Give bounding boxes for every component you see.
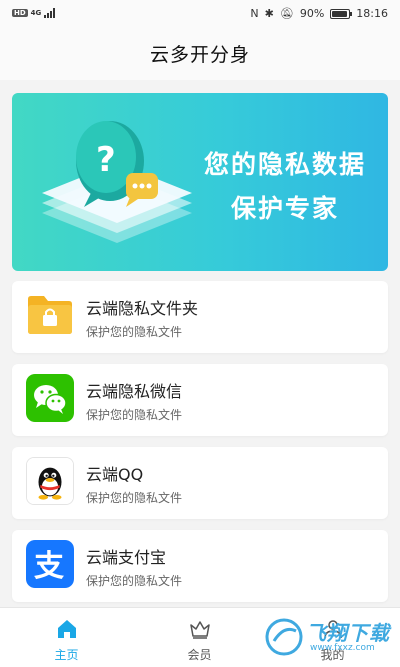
tab-label: 主页 [54,648,79,662]
crown-icon [189,621,210,639]
list-item-alipay[interactable]: 支 云端支付宝 保护您的隐私文件 [12,530,388,602]
list-item-wechat[interactable]: 云端隐私微信 保护您的隐私文件 [12,364,388,436]
svg-text:支: 支 [34,549,64,584]
watermark-logo-icon [265,618,303,656]
bluetooth-icon: ✱ [264,7,274,20]
hd-badge: HD [12,9,28,17]
hero-banner[interactable]: ? 您的隐私数据 保护专家 [12,93,388,271]
title-bar: 云多开分身 [0,30,400,80]
item-subtitle: 保护您的隐私文件 [86,491,183,505]
nfc-icon: N [250,7,259,20]
page-title: 云多开分身 [149,44,250,66]
item-title: 云端QQ [86,465,144,484]
signal-icon [44,8,56,18]
banner-line-1: 您的隐私数据 [203,150,366,179]
qq-icon [26,457,74,505]
banner-line-2: 保护专家 [230,194,339,223]
svg-text:?: ? [96,140,116,180]
wechat-icon [26,374,74,422]
watermark-text: 飞翔下载 [306,621,390,645]
tab-home[interactable]: 主页 [0,608,133,667]
banner-slogan: 您的隐私数据 保护专家 [200,143,370,231]
alipay-icon: 支 [26,540,74,588]
battery-level [332,10,347,17]
privacy-illustration-icon: ? [42,121,192,243]
tab-label: 会员 [187,648,212,662]
status-bar: HD 4G N ✱ 🔕︎ 90% 18:16 [0,0,400,30]
site-watermark: 飞翔下载 www.fxxz.com [262,615,396,661]
battery-icon [330,8,353,19]
clock: 18:16 [356,7,388,20]
item-subtitle: 保护您的隐私文件 [86,408,183,422]
status-left: HD 4G [12,8,56,18]
status-right: N ✱ 🔕︎ 90% 18:16 [250,7,388,20]
home-icon [57,620,76,638]
list-item-qq[interactable]: 云端QQ 保护您的隐私文件 [12,447,388,519]
list-item-folder[interactable]: 云端隐私文件夹 保护您的隐私文件 [12,281,388,353]
battery-percent: 90% [299,7,325,20]
item-title: 云端隐私文件夹 [86,299,199,318]
folder-lock-icon [26,291,74,339]
item-title: 云端隐私微信 [86,382,183,401]
item-subtitle: 保护您的隐私文件 [86,574,183,588]
watermark-url: www.fxxz.com [310,643,375,653]
mute-icon: 🔕︎ [279,7,294,20]
item-subtitle: 保护您的隐私文件 [86,325,183,339]
network-type: 4G [30,9,42,17]
tab-member[interactable]: 会员 [133,608,266,667]
item-title: 云端支付宝 [86,548,167,567]
